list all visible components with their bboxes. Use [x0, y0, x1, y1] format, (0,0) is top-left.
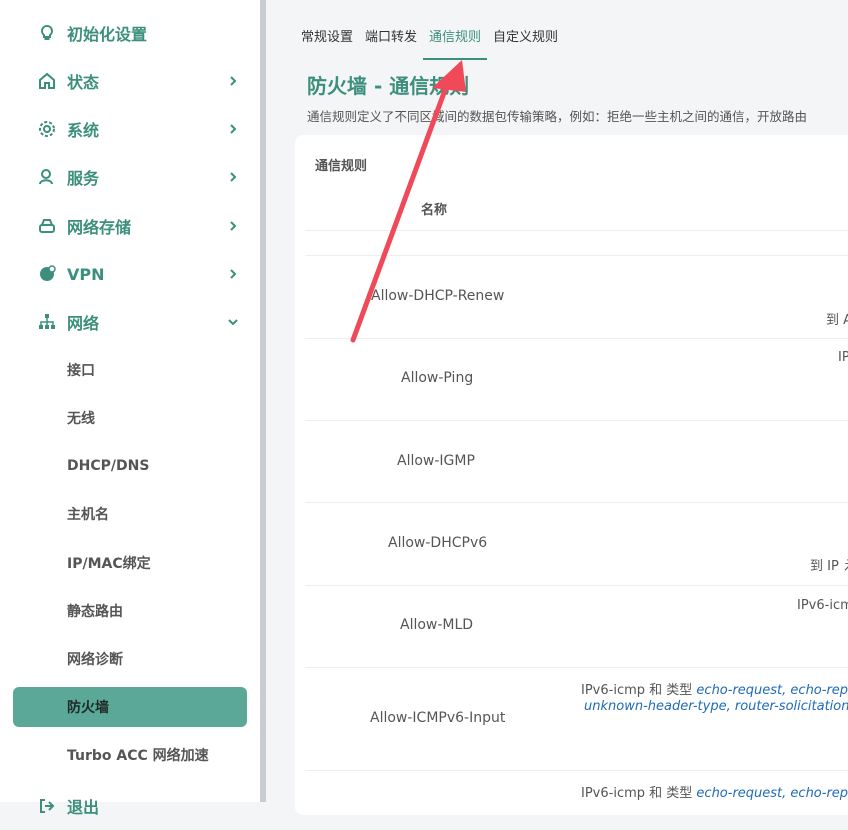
divider [305, 420, 848, 421]
chevron-right-icon [226, 122, 240, 136]
chevron-right-icon [226, 267, 240, 281]
rule-name: Allow-DHCP-Renew [371, 288, 505, 304]
menu-label: 服务 [67, 169, 100, 188]
divider [305, 502, 848, 503]
rule-detail-prefix: IPv6-icmp 和 类型 [581, 786, 693, 801]
chevron-right-icon [226, 74, 240, 88]
rules-card: 通信规则 名称 Allow-DHCP-Renew 到 A Allow-Ping … [295, 135, 848, 815]
tab-port-forwards[interactable]: 端口转发 [365, 28, 423, 58]
tab-traffic-rules[interactable]: 通信规则 [423, 28, 488, 60]
rule-detail-line2: unknown-header-type, router-solicitation… [584, 699, 848, 714]
divider [305, 255, 848, 256]
chevron-right-icon [226, 219, 240, 233]
submenu-item-ip-mac-binding[interactable]: IP/MAC绑定 [0, 541, 260, 585]
rule-detail-prefix: IPv6-icmp 和 类型 [581, 683, 693, 698]
submenu-label: DHCP/DNS [67, 458, 150, 474]
menu-item-network[interactable]: 网络 [0, 298, 260, 346]
column-header-name: 名称 [421, 203, 448, 218]
rule-name: Allow-DHCPv6 [388, 535, 488, 551]
submenu-label: 静态路由 [67, 604, 123, 620]
menu-item-services[interactable]: 服务 [0, 153, 260, 201]
rule-name: Allow-Ping [401, 370, 474, 386]
divider [305, 230, 848, 231]
storage-icon [36, 215, 58, 237]
logout-icon [36, 795, 58, 817]
menu-label: 网络 [67, 314, 100, 333]
divider [305, 667, 848, 668]
submenu-label: 网络诊断 [67, 652, 123, 668]
menu-item-storage[interactable]: 网络存储 [0, 202, 260, 250]
globe-icon [36, 263, 58, 285]
submenu-item-diagnostics[interactable]: 网络诊断 [0, 637, 260, 681]
submenu-label: 接口 [67, 363, 95, 379]
submenu-item-hostnames[interactable]: 主机名 [0, 492, 260, 536]
submenu-label: 防火墙 [67, 700, 109, 716]
menu-item-status[interactable]: 状态 [0, 57, 260, 105]
tab-custom-rules[interactable]: 自定义规则 [493, 28, 564, 58]
submenu-item-static-routes[interactable]: 静态路由 [0, 589, 260, 633]
menu-item-init[interactable]: 初始化设置 [0, 9, 260, 57]
section-title: 通信规则 [315, 159, 368, 174]
submenu-item-wireless[interactable]: 无线 [0, 396, 260, 440]
tab-bar: 常规设置 端口转发 通信规则 自定义规则 [301, 28, 570, 60]
rule-name: Allow-IGMP [397, 453, 475, 469]
main-content: 常规设置 端口转发 通信规则 自定义规则 防火墙 - 通信规则 通信规则定义了不… [266, 0, 848, 815]
rule-name: Allow-ICMPv6-Input [370, 710, 506, 726]
icmp-type-links[interactable]: echo-request, echo-reply [696, 683, 848, 698]
icmp-type-links[interactable]: echo-request, echo-reply [696, 786, 848, 801]
submenu-label: Turbo ACC 网络加速 [67, 748, 209, 764]
page-description: 通信规则定义了不同区域间的数据包传输策略，例如：拒绝一些主机之间的通信，开放路由 [307, 109, 808, 124]
rule-detail: 到 IP え [810, 559, 848, 574]
divider [305, 585, 848, 586]
rule-detail: 到 A [826, 313, 848, 328]
menu-label: 退出 [67, 798, 100, 817]
divider [305, 338, 848, 339]
network-icon [36, 311, 58, 333]
menu-item-logout[interactable]: 退出 [0, 782, 260, 830]
rule-detail: IP [838, 350, 848, 365]
submenu-label: 无线 [67, 411, 95, 427]
menu-item-system[interactable]: 系统 [0, 105, 260, 153]
menu-label: 初始化设置 [67, 25, 148, 44]
rule-detail: IPv6-icm [797, 598, 848, 613]
gear-icon [36, 118, 58, 140]
icmp-type-links[interactable]: unknown-header-type, router-solicitation… [584, 699, 848, 714]
submenu-item-dhcp-dns[interactable]: DHCP/DNS [0, 444, 260, 488]
rule-detail: IPv6-icmp 和 类型 echo-request, echo-reply [581, 679, 848, 698]
rule-name: Allow-MLD [400, 617, 474, 633]
chevron-right-icon [226, 170, 240, 184]
bulb-icon [36, 22, 58, 44]
submenu-item-turbo-acc[interactable]: Turbo ACC 网络加速 [0, 733, 260, 777]
submenu-item-interfaces[interactable]: 接口 [0, 348, 260, 392]
home-icon [36, 70, 58, 92]
rule-detail: IPv6-icmp 和 类型 echo-request, echo-reply [581, 782, 848, 801]
divider [305, 770, 848, 771]
menu-label: 网络存储 [67, 218, 132, 237]
menu-label: VPN [67, 264, 105, 284]
menu-label: 状态 [67, 73, 100, 92]
menu-label: 系统 [67, 121, 100, 140]
submenu-label: IP/MAC绑定 [67, 556, 151, 572]
submenu-item-firewall[interactable]: 防火墙 [13, 687, 247, 727]
chevron-down-icon [226, 315, 240, 329]
page-title: 防火墙 - 通信规则 [307, 74, 470, 98]
menu-item-vpn[interactable]: VPN [0, 250, 260, 298]
tab-general[interactable]: 常规设置 [301, 28, 359, 58]
user-service-icon [36, 166, 58, 188]
sidebar: 初始化设置 状态 系统 服务 网络存储 VPN 网络 接口 无线 DHCP/DN… [0, 0, 260, 817]
submenu-label: 主机名 [67, 507, 109, 523]
